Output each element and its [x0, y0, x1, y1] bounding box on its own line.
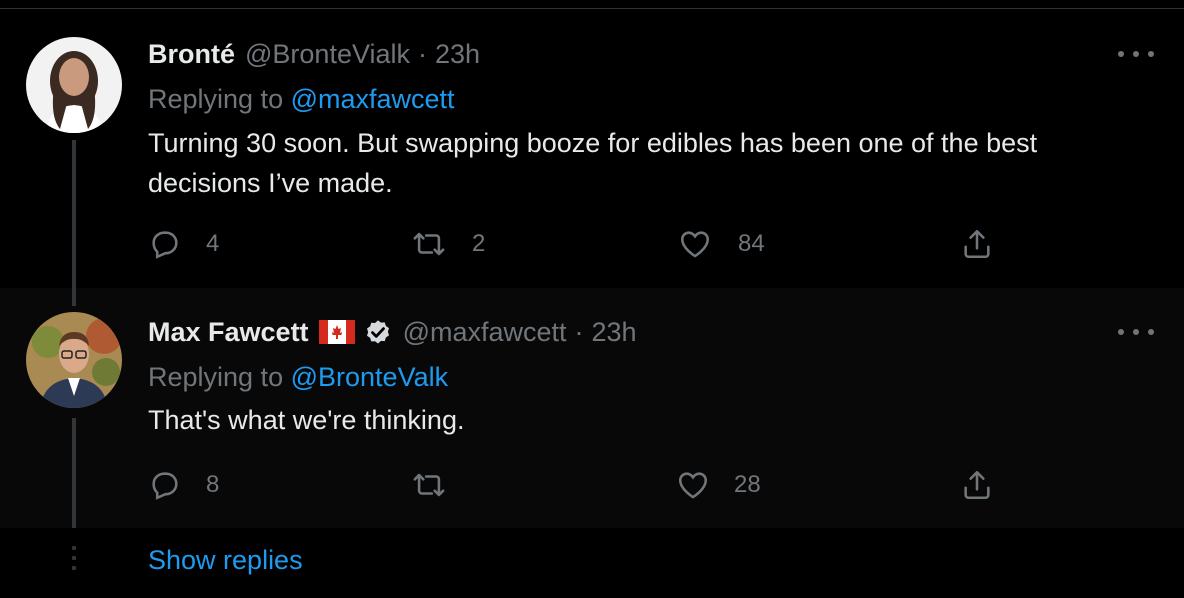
- separator-dot: ·: [418, 38, 427, 69]
- more-dot: [1133, 329, 1139, 335]
- more-dot: [1118, 51, 1124, 57]
- reply-icon: [152, 472, 178, 500]
- retweet-button[interactable]: [412, 468, 472, 502]
- replying-to-label: Replying to: [148, 362, 284, 392]
- tweet-header: Max Fawcett @maxfawcett · 23h: [148, 315, 637, 349]
- more-dot: [1148, 51, 1154, 57]
- reply-count: 4: [206, 230, 220, 257]
- retweet-icon: [413, 473, 445, 497]
- canada-flag-icon: [318, 320, 355, 344]
- share-icon: [964, 229, 990, 259]
- verified-badge-icon: [363, 317, 393, 347]
- more-dot: [1148, 329, 1154, 335]
- thread-dots: [72, 546, 76, 576]
- display-name[interactable]: Bronté: [148, 39, 235, 70]
- tweet-max-fawcett[interactable]: Max Fawcett @maxfawcett · 23h Replying t…: [0, 288, 1184, 528]
- avatar-max-fawcett[interactable]: [26, 312, 122, 408]
- reply-count: 8: [206, 471, 220, 498]
- reply-icon: [152, 231, 178, 259]
- more-options-button[interactable]: [1118, 322, 1154, 342]
- like-button[interactable]: 84: [678, 227, 765, 261]
- show-replies-link[interactable]: Show replies: [148, 545, 303, 576]
- thread-line: [72, 140, 76, 288]
- like-button[interactable]: 28: [676, 468, 761, 502]
- separator-dot: ·: [574, 316, 584, 347]
- tweet-text: That's what we're thinking.: [148, 405, 465, 435]
- replying-to-mention[interactable]: @BronteValk: [291, 362, 448, 392]
- replying-to: Replying to @BronteValk: [148, 362, 448, 393]
- share-button[interactable]: [960, 227, 994, 261]
- timestamp[interactable]: 23h: [435, 39, 480, 70]
- thread-line: [72, 418, 76, 528]
- tweet-bronte[interactable]: Bronté @BronteVialk · 23h Replying to @m…: [0, 9, 1184, 288]
- timestamp[interactable]: 23h: [592, 317, 637, 348]
- replying-to-label: Replying to: [148, 84, 284, 114]
- more-options-button[interactable]: [1118, 44, 1154, 64]
- retweet-count: 2: [472, 230, 486, 257]
- heart-icon: [678, 472, 708, 499]
- more-dot: [1118, 329, 1124, 335]
- display-name[interactable]: Max Fawcett: [148, 317, 309, 348]
- like-count: 28: [734, 471, 761, 498]
- share-icon: [964, 470, 990, 500]
- thread-line: [72, 288, 76, 306]
- replying-to-mention[interactable]: @maxfawcett: [291, 84, 455, 114]
- reply-button[interactable]: 8: [148, 468, 219, 502]
- more-dot: [1133, 51, 1139, 57]
- retweet-icon: [413, 232, 445, 256]
- heart-icon: [680, 231, 710, 258]
- user-handle[interactable]: @maxfawcett: [403, 317, 567, 348]
- avatar-bronte[interactable]: [26, 37, 122, 133]
- tweet-header: Bronté @BronteVialk · 23h: [148, 37, 480, 71]
- share-button[interactable]: [960, 468, 994, 502]
- retweet-button[interactable]: 2: [412, 227, 485, 261]
- like-count: 84: [738, 230, 765, 257]
- reply-button[interactable]: 4: [148, 227, 219, 261]
- user-handle[interactable]: @BronteVialk: [245, 39, 410, 70]
- replying-to: Replying to @maxfawcett: [148, 84, 455, 115]
- tweet-text: Turning 30 soon. But swapping booze for …: [148, 128, 1038, 198]
